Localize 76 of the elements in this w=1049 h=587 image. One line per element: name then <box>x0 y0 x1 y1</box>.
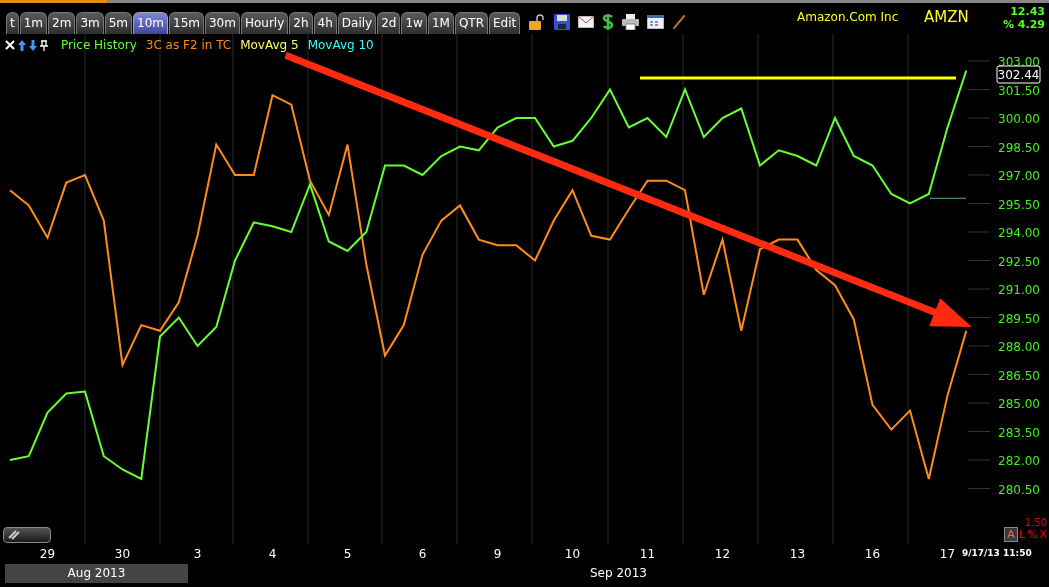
legend-label: 3C as F2 in TC <box>145 38 232 52</box>
printer-icon[interactable] <box>622 14 640 30</box>
y-tick-label: 289.50 <box>998 311 1040 326</box>
percent-change: % 4.29 <box>1003 18 1045 31</box>
grip-icon <box>8 530 20 540</box>
interval-tab[interactable]: 5m <box>104 12 133 34</box>
interval-tab[interactable]: 2d <box>377 12 401 34</box>
interval-tab[interactable]: 1M <box>427 12 454 34</box>
category-label: 4 <box>268 547 277 561</box>
interval-tab[interactable]: 30m <box>204 12 240 34</box>
lock-icon[interactable] <box>528 13 547 31</box>
scroll-handle[interactable] <box>3 527 51 543</box>
category-label: 12 <box>714 547 731 561</box>
interval-tab[interactable]: 1m <box>19 12 48 34</box>
window-icon[interactable] <box>647 15 665 29</box>
y-tick-label: 301.50 <box>998 83 1040 98</box>
month-label: Aug 2013 <box>5 564 188 583</box>
category-label: 3 <box>193 547 202 561</box>
pencil-icon[interactable] <box>672 14 687 30</box>
price-change: 12.43 <box>1010 5 1045 18</box>
category-label: 30 <box>114 547 131 561</box>
legend-label: MovAvg 10 <box>307 38 374 52</box>
ticker-symbol: AMZN <box>924 8 969 26</box>
category-label: 10 <box>564 547 581 561</box>
last-price-label: 302.44 <box>996 65 1041 84</box>
company-name: Amazon.Com Inc <box>797 10 899 24</box>
y-tick-label: 288.00 <box>998 340 1040 354</box>
interval-tab[interactable]: Daily <box>337 12 377 34</box>
interval-tab[interactable]: 3m <box>76 12 104 34</box>
legend-label: MovAvg 5 <box>240 38 299 52</box>
interval-tab[interactable]: 1w <box>401 12 427 34</box>
category-label: 17 <box>939 547 956 561</box>
legend-label: Price History <box>61 38 137 52</box>
category-label: 5 <box>343 547 352 561</box>
category-label: 11 <box>639 547 656 561</box>
y-tick-label: 285.00 <box>998 397 1040 411</box>
category-label: 9 <box>493 547 502 561</box>
y-tick-label: 282.00 <box>998 454 1040 468</box>
down-arrow-icon[interactable] <box>29 39 37 51</box>
scale-toggle[interactable]: X <box>1039 528 1047 541</box>
category-label: 6 <box>418 547 427 561</box>
close-icon[interactable] <box>5 40 15 50</box>
category-label: 16 <box>864 547 881 561</box>
scale-toggle[interactable]: L <box>1018 528 1025 541</box>
interval-tab[interactable]: Hourly <box>240 12 289 34</box>
y-tick-label: 298.50 <box>998 140 1040 155</box>
category-label: 13 <box>789 547 806 561</box>
interval-tab[interactable]: 4h <box>313 12 337 34</box>
y-tick-label: 286.50 <box>998 368 1040 383</box>
y-tick-label: 291.00 <box>998 283 1040 297</box>
y-tick-label: 283.50 <box>998 425 1040 440</box>
interval-tab[interactable]: Edit <box>489 12 521 34</box>
timestamp: 9/17/13 11:50 <box>962 548 1032 558</box>
interval-tab[interactable]: t <box>6 12 19 34</box>
interval-tab[interactable]: 10m <box>133 12 168 34</box>
y-tick-label: 300.00 <box>998 112 1040 126</box>
reference-line <box>930 197 966 199</box>
month-label: Sep 2013 <box>589 565 648 582</box>
y-tick-label: 295.50 <box>998 197 1040 212</box>
y-tick-label: 292.50 <box>998 254 1040 269</box>
dollar-icon[interactable] <box>602 13 615 31</box>
pin-icon[interactable] <box>40 39 48 51</box>
mail-icon[interactable] <box>578 16 595 28</box>
y-tick-label: 280.50 <box>998 482 1040 497</box>
up-arrow-icon[interactable] <box>18 39 26 51</box>
interval-tab[interactable]: 2m <box>48 12 76 34</box>
interval-tab[interactable]: 2h <box>289 12 313 34</box>
y-tick-label: 297.00 <box>998 169 1040 183</box>
category-label: 29 <box>39 547 56 561</box>
interval-tab[interactable]: 15m <box>169 12 204 34</box>
save-icon[interactable] <box>554 14 571 30</box>
scale-toggle[interactable]: A <box>1005 528 1017 541</box>
scale-toggle[interactable]: % <box>1027 528 1038 541</box>
interval-tab[interactable]: QTR <box>454 12 488 34</box>
y-tick-label: 294.00 <box>998 226 1040 240</box>
scale-value: 1.50 <box>1024 517 1047 528</box>
